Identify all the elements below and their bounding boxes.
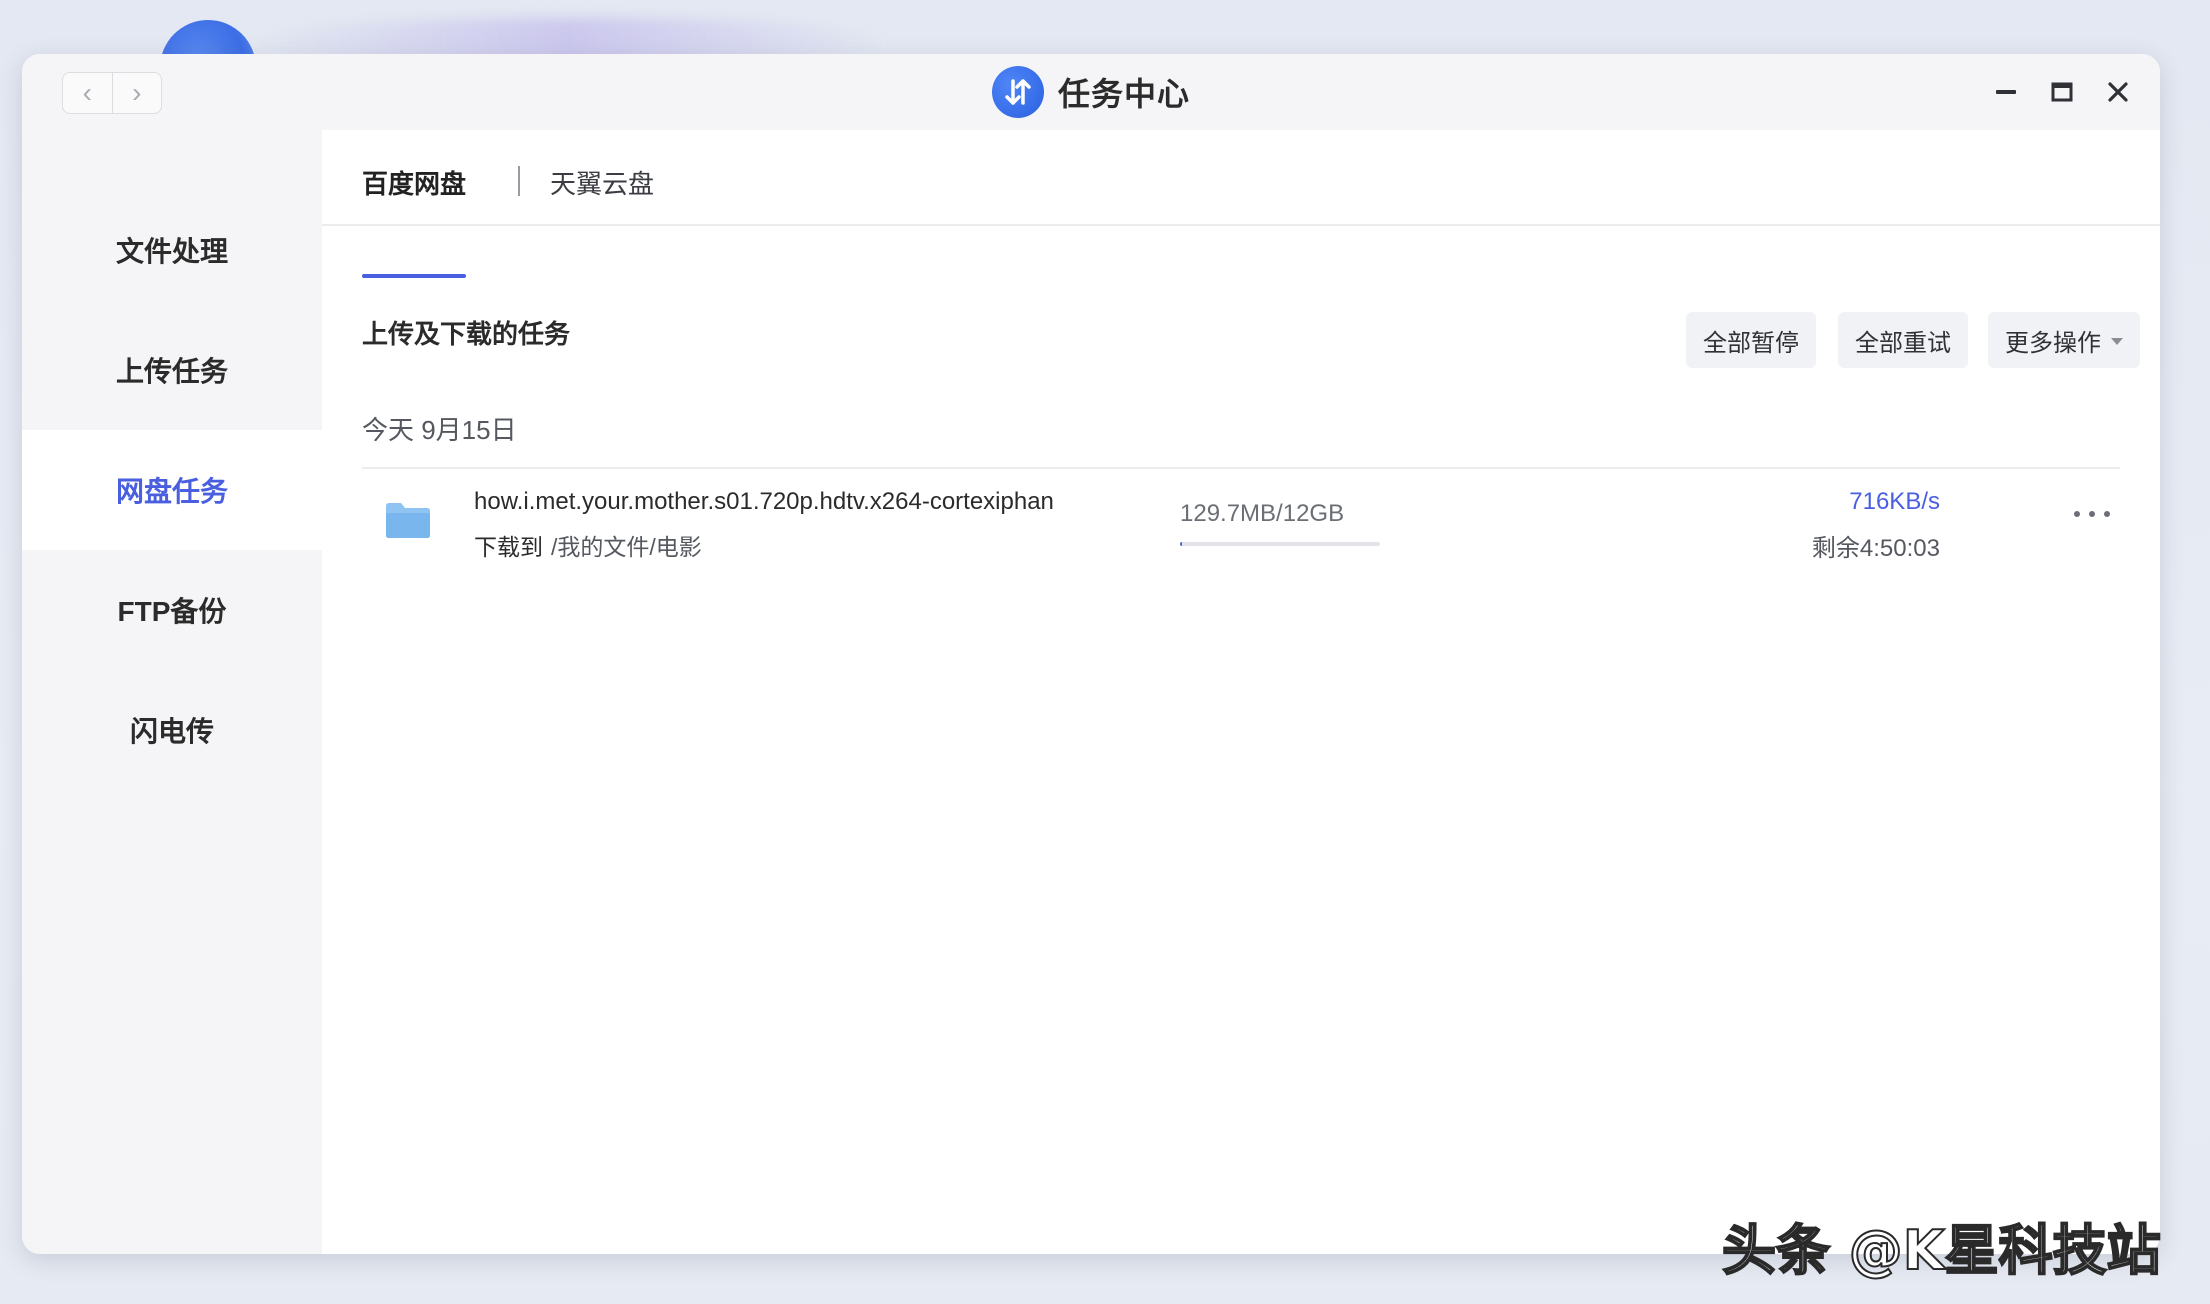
task-progress-bar — [1180, 542, 1380, 546]
window-title: 任务中心 — [1057, 76, 1190, 112]
minimize-button[interactable] — [1988, 74, 2024, 110]
main-panel: 百度网盘 天翼云盘 上传及下载的任务 全部暂停 全部重试 更多操作 今天 9月1… — [322, 130, 2160, 1254]
maximize-icon — [2051, 82, 2073, 102]
tab-separator — [518, 166, 520, 196]
tab-tianyi-cloud[interactable]: 天翼云盘 — [550, 164, 654, 201]
titlebar: ‹ › 任务中心 — [22, 54, 2160, 130]
sidebar-item-lightning-transfer[interactable]: 闪电传 — [22, 670, 322, 790]
sidebar-item-file-processing[interactable]: 文件处理 — [22, 190, 322, 310]
sidebar-item-upload-tasks[interactable]: 上传任务 — [22, 310, 322, 430]
task-file-name: how.i.met.your.mother.s01.720p.hdtv.x264… — [474, 488, 1054, 515]
task-row[interactable]: how.i.met.your.mother.s01.720p.hdtv.x264… — [362, 470, 2120, 580]
more-actions-label: 更多操作 — [2005, 329, 2101, 357]
date-divider — [362, 467, 2120, 469]
close-button[interactable] — [2100, 74, 2136, 110]
transfer-icon — [991, 66, 1044, 118]
more-options-icon[interactable] — [2074, 504, 2110, 524]
destination-path[interactable]: /我的文件/电影 — [551, 534, 702, 560]
date-group-label: 今天 9月15日 — [362, 415, 517, 445]
task-speed: 716KB/s — [1849, 488, 1940, 515]
pause-all-button[interactable]: 全部暂停 — [1686, 312, 1816, 368]
destination-label: 下载到 — [474, 534, 543, 560]
task-size: 129.7MB/12GB — [1180, 500, 1345, 527]
minimize-icon — [1996, 90, 2016, 94]
folder-icon — [386, 503, 430, 538]
watermark: 头条 @K星科技站 — [1721, 1218, 2162, 1283]
task-destination: 下载到/我的文件/电影 — [474, 528, 702, 562]
section-title: 上传及下载的任务 — [362, 319, 571, 349]
tab-bar: 百度网盘 天翼云盘 — [322, 130, 2160, 226]
tab-baidu-netdisk[interactable]: 百度网盘 — [362, 164, 466, 201]
sidebar: 文件处理 上传任务 网盘任务 FTP备份 闪电传 — [22, 130, 322, 1254]
maximize-button[interactable] — [2044, 74, 2080, 110]
title-area: 任务中心 — [22, 64, 2160, 120]
task-progress-fill — [1180, 542, 1183, 546]
active-tab-indicator — [362, 274, 466, 278]
more-actions-button[interactable]: 更多操作 — [1988, 312, 2140, 368]
sidebar-item-ftp-backup[interactable]: FTP备份 — [22, 550, 322, 670]
sidebar-item-cloud-tasks[interactable]: 网盘任务 — [22, 430, 322, 550]
close-icon — [2108, 82, 2128, 102]
retry-all-button[interactable]: 全部重试 — [1838, 312, 1968, 368]
task-remaining-time: 剩余4:50:03 — [1811, 535, 1940, 562]
task-center-window: ‹ › 任务中心 文件处理 上传任务 网盘任务 FTP备份 闪电传 百度网盘 天… — [22, 54, 2160, 1254]
caret-down-icon — [2111, 337, 2123, 345]
